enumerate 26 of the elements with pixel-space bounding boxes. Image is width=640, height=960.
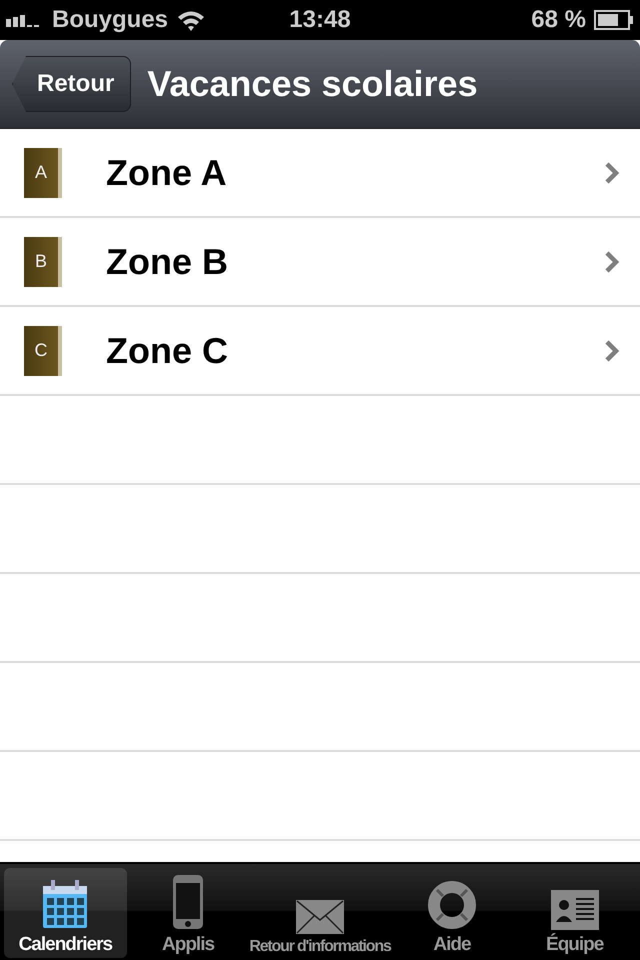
back-button[interactable]: Retour (12, 56, 132, 112)
tab[interactable]: Retour d'informations (249, 868, 391, 958)
list-item[interactable]: B Zone B (0, 218, 640, 307)
list-item[interactable]: C Zone C (0, 307, 640, 396)
tab[interactable]: Équipe (513, 868, 636, 958)
book-icon: B (24, 236, 62, 286)
tab[interactable]: Aide (390, 868, 514, 958)
tab[interactable]: Applis (126, 868, 250, 958)
battery-icon (594, 10, 634, 30)
book-icon: A (24, 148, 62, 198)
wifi-icon (176, 9, 206, 31)
phone-icon (172, 874, 204, 930)
chevron-icon (604, 250, 620, 274)
screen-title: Vacances scolaires (147, 63, 478, 105)
carrier-name: Bouygues (52, 6, 168, 34)
lifebuoy-icon (427, 880, 477, 930)
list-item[interactable]: A Zone A (0, 129, 640, 218)
chevron-icon (604, 160, 620, 184)
calendar-icon (41, 880, 90, 930)
book-icon: C (24, 326, 62, 376)
envelope-icon (296, 900, 344, 934)
id-card-icon (550, 890, 599, 930)
battery-percent: 68 % (531, 6, 586, 34)
clock: 13:48 (289, 6, 351, 34)
tab[interactable]: Calendriers (4, 868, 127, 958)
chevron-icon (604, 338, 620, 362)
